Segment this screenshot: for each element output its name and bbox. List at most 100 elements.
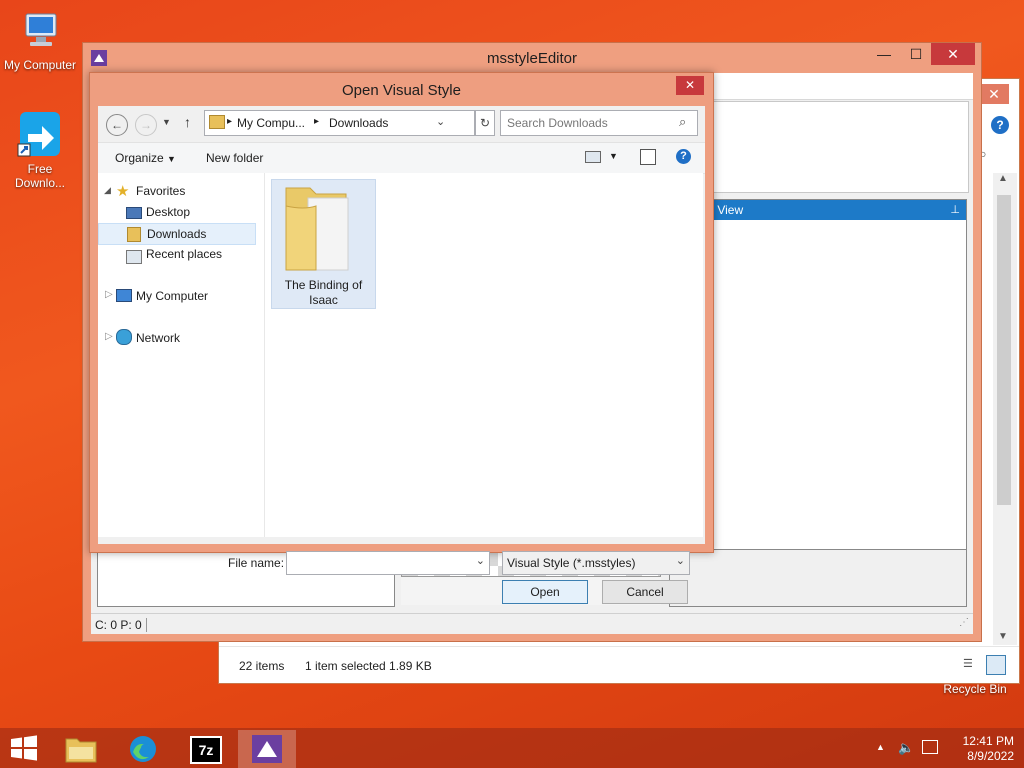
expand-icon[interactable]: ▷ [105,331,113,342]
show-hidden-icons-icon[interactable]: ▲ [876,742,885,752]
clock-date: 8/9/2022 [967,749,1014,763]
help-icon[interactable]: ? [676,149,691,164]
search-box[interactable]: Search Downloads ⌕ [500,110,698,136]
search-placeholder: Search Downloads [507,116,608,130]
dialog-client-area: ← → ▼ ↑ ▸ My Compu... ▸ Downloads ⌄ ↻ Se… [98,106,705,604]
dialog-title: Open Visual Style [342,82,461,99]
computer-icon [25,13,57,46]
pin-icon[interactable]: ⊥ [950,200,960,220]
nav-desktop[interactable]: Desktop [146,205,190,219]
breadcrumb-downloads[interactable]: Downloads [329,116,388,130]
chevron-down-icon[interactable]: ⌄ [476,554,485,567]
file-type-select[interactable]: Visual Style (*.msstyles) ⌄ [502,551,690,575]
clock-time: 12:41 PM [962,734,1014,748]
desktop-icon-my-computer[interactable]: My Computer [0,10,80,73]
open-dialog: Open Visual Style ✕ ← → ▼ ↑ ▸ My Compu..… [89,72,714,604]
windows-logo-icon [11,735,37,761]
desktop-icon-free-download[interactable]: Free Downlo... [0,110,80,190]
star-icon: ★ [116,183,130,200]
mse-bottom-right-panel [669,549,967,607]
maximize-button[interactable]: ☐ [901,43,931,65]
taskbar-edge[interactable] [114,730,172,768]
property-view-header: y View ⊥ [670,200,966,220]
back-button[interactable]: ← [106,114,128,136]
scroll-up-icon[interactable]: ▲ [998,173,1008,184]
7zip-icon: 7z [190,736,222,764]
explorer-status-bar: 22 items 1 item selected 1.89 KB ☰ [219,646,1019,683]
help-icon[interactable]: ? [991,116,1009,134]
nav-network[interactable]: Network [136,331,180,345]
desktop-icon-recycle-bin[interactable]: Recycle Bin [935,682,1015,697]
breadcrumb-separator-icon: ▸ [227,116,233,127]
computer-icon [116,289,132,302]
recent-locations-dropdown[interactable]: ▼ [162,117,171,127]
file-name-input[interactable]: ⌄ [286,551,490,575]
explorer-close-button[interactable]: ✕ [979,84,1009,104]
chevron-down-icon: ▼ [167,154,176,164]
large-icons-view-icon[interactable] [986,655,1006,675]
desktop-icon-label: My Computer [3,58,77,72]
address-bar[interactable]: ▸ My Compu... ▸ Downloads ⌄ [204,110,475,136]
breadcrumb-my-computer[interactable]: My Compu... [237,116,305,130]
nav-favorites[interactable]: Favorites [136,184,185,198]
taskbar-file-explorer[interactable] [52,730,110,768]
desktop-icon-label: Recycle Bin [943,682,1007,696]
organize-menu[interactable]: Organize ▼ [115,151,176,165]
file-name-label: File name: [228,556,285,570]
download-manager-icon [17,112,60,157]
desktop-icon-label: Free Downlo... [14,162,66,190]
address-dropdown-icon[interactable]: ⌄ [436,115,445,128]
scrollbar-thumb[interactable] [997,195,1011,505]
dialog-close-button[interactable]: ✕ [676,76,704,95]
nav-recent-places[interactable]: Recent places [146,247,222,261]
clock[interactable]: 12:41 PM 8/9/2022 [944,734,1014,764]
command-bar: Organize ▼ New folder ▼ ? [98,142,705,174]
breadcrumb-separator-icon: ▸ [314,116,320,127]
open-button[interactable]: Open [502,580,588,604]
nav-downloads: Downloads [147,227,207,241]
search-icon: ⌕ [679,114,687,129]
selection-info: 1 item selected 1.89 KB [305,659,432,673]
network-icon[interactable] [922,740,938,754]
network-icon [116,329,132,345]
expand-icon[interactable]: ▷ [105,289,113,300]
change-view-icon[interactable] [585,151,601,163]
forward-button[interactable]: → [135,114,157,136]
mse-title: msstyleEditor [486,50,578,67]
cancel-button[interactable]: Cancel [602,580,688,604]
taskbar-msstyleeditor[interactable] [238,730,296,768]
new-folder-button[interactable]: New folder [206,151,263,165]
preview-pane-icon[interactable] [640,149,656,165]
dialog-titlebar: Open Visual Style ✕ [90,73,713,106]
mse-status-bar: C: 0 P: 0 ⋰ [91,613,973,634]
start-button[interactable] [8,734,40,765]
taskbar-7zip[interactable]: 7z [176,730,234,768]
file-list: The Binding of Isaac [265,173,703,537]
organize-label: Organize [115,151,164,165]
explorer-scrollbar[interactable]: ▲ ▼ [993,173,1017,645]
folder-item[interactable]: The Binding of Isaac [271,179,376,309]
file-type-value: Visual Style (*.msstyles) [507,556,636,570]
expand-icon[interactable]: ◢ [104,185,111,196]
details-view-icon[interactable]: ☰ [963,657,979,671]
mse-status-text: C: 0 P: 0 [95,618,147,632]
minimize-button[interactable]: — [869,43,899,65]
up-button[interactable]: ↑ [184,114,191,130]
nav-my-computer[interactable]: My Computer [136,289,208,303]
desktop-icon [126,207,142,219]
volume-muted-icon[interactable]: 🔈 [898,740,914,756]
navigation-pane: ◢ ★ Favorites Desktop Downloads Recent p… [98,173,265,537]
nav-item-downloads[interactable]: Downloads [98,223,256,245]
resize-grip-icon[interactable]: ⋰ [959,617,969,628]
downloads-folder-icon [127,227,141,242]
msstyleeditor-app-icon [252,735,282,763]
scroll-down-icon[interactable]: ▼ [998,631,1008,642]
edge-icon [130,736,156,762]
view-dropdown-icon[interactable]: ▼ [609,151,618,161]
refresh-button[interactable]: ↻ [475,110,495,136]
folder-name: The Binding of Isaac [272,278,375,308]
chevron-down-icon: ⌄ [675,555,685,567]
folder-icon [209,115,225,129]
mse-close-button[interactable]: ✕ [931,43,975,65]
recent-places-icon [126,250,142,264]
